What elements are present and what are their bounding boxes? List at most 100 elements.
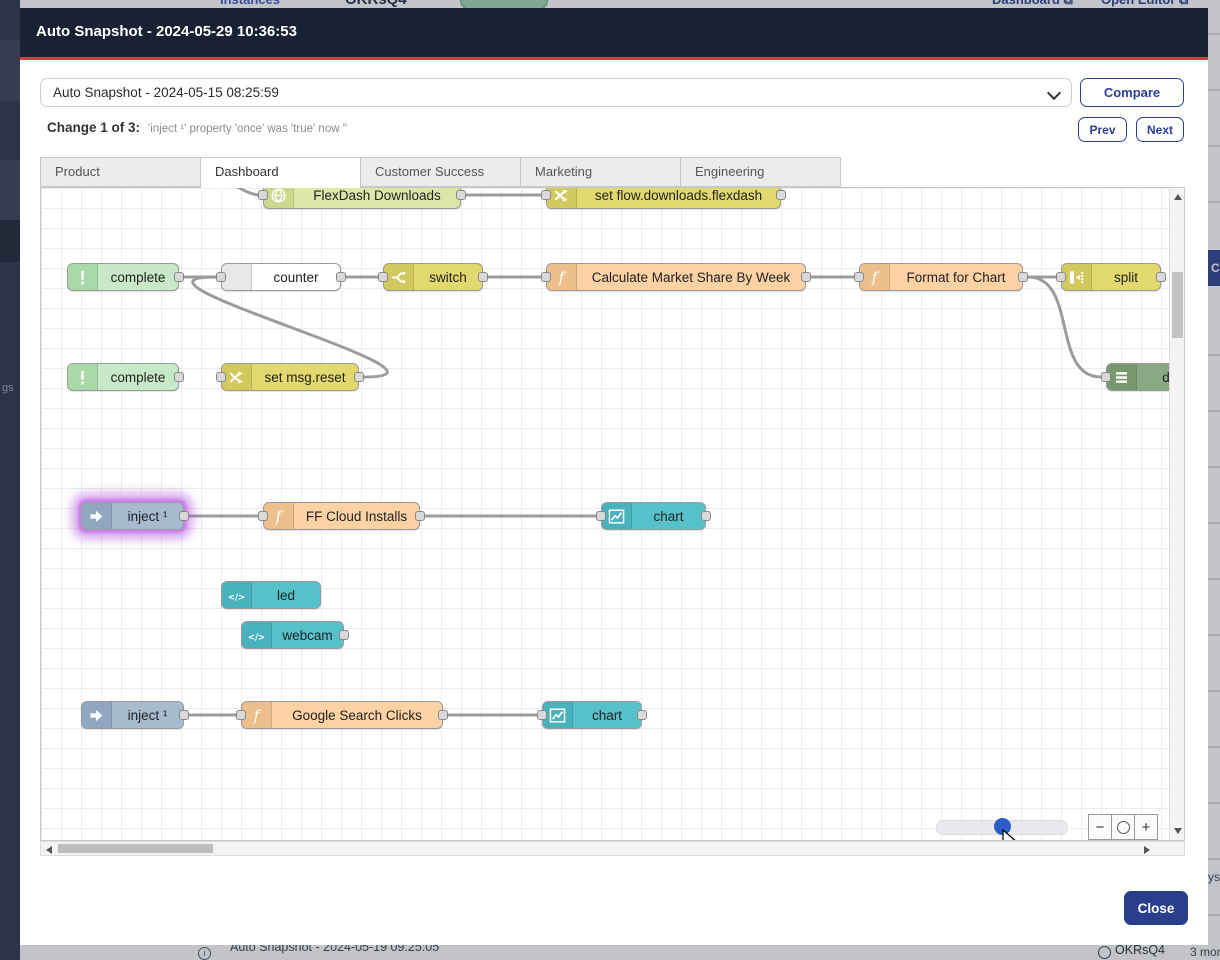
node-label: FF Cloud Installs — [294, 503, 419, 529]
flow-canvas[interactable]: − + FlexDash Downloads set flow.downloads… — [40, 187, 1185, 841]
tab-product[interactable]: Product — [40, 157, 201, 187]
debug-list-icon — [1107, 364, 1137, 390]
exclamation-icon — [68, 364, 98, 390]
code-icon: </> — [242, 622, 272, 648]
node-format[interactable]: fFormat for Chart — [859, 263, 1023, 291]
function-icon: f — [242, 702, 272, 728]
node-led[interactable]: </>led — [221, 581, 321, 609]
globe-icon — [264, 187, 294, 208]
output-port — [456, 190, 466, 200]
compare-button[interactable]: Compare — [1080, 78, 1184, 107]
node-label: Format for Chart — [890, 264, 1022, 290]
node-chart1[interactable]: chart — [601, 502, 706, 530]
tab-customer-success[interactable]: Customer Success — [360, 157, 521, 187]
output-port — [174, 372, 184, 382]
output-port — [354, 372, 364, 382]
scroll-right-arrow[interactable] — [1144, 846, 1150, 854]
zoom-controls: − + — [1088, 814, 1158, 840]
node-calc[interactable]: fCalculate Market Share By Week — [546, 263, 806, 291]
function-icon: f — [860, 264, 890, 290]
output-port — [174, 272, 184, 282]
vertical-scrollbar[interactable] — [1169, 188, 1185, 840]
horizontal-scrollbar[interactable] — [40, 841, 1185, 856]
output-port — [339, 630, 349, 640]
scroll-up-arrow[interactable] — [1174, 194, 1182, 200]
zoom-in-button[interactable]: + — [1134, 814, 1158, 840]
input-port — [541, 272, 551, 282]
function-icon: f — [264, 503, 294, 529]
node-inject1[interactable]: inject ¹ — [81, 502, 184, 530]
change-icon — [222, 364, 252, 390]
output-port — [1018, 272, 1028, 282]
zoom-reset-icon — [1117, 821, 1130, 834]
output-port — [438, 710, 448, 720]
input-port — [854, 272, 864, 282]
svg-text:f: f — [253, 707, 262, 724]
input-port — [541, 190, 551, 200]
horizontal-scroll-thumb[interactable] — [58, 844, 213, 853]
snapshot-select[interactable]: Auto Snapshot - 2024-05-15 08:25:59 — [40, 78, 1072, 107]
input-port — [378, 272, 388, 282]
scroll-down-arrow[interactable] — [1174, 828, 1182, 834]
node-complete1[interactable]: complete — [67, 263, 179, 291]
node-webcam[interactable]: </> webcam — [241, 621, 344, 649]
node-flexdash[interactable]: FlexDash Downloads — [263, 187, 461, 209]
zoom-reset-button[interactable] — [1111, 814, 1135, 840]
prev-button[interactable]: Prev — [1078, 117, 1127, 142]
output-port — [637, 710, 647, 720]
close-button[interactable]: Close — [1124, 891, 1188, 925]
node-label: webcam — [272, 622, 343, 648]
node-setreset[interactable]: set msg.reset — [221, 363, 359, 391]
code-icon: </> — [222, 582, 252, 608]
svg-text:f: f — [275, 508, 284, 525]
output-port — [336, 272, 346, 282]
svg-text:</>: </> — [248, 632, 265, 642]
svg-text:</>: </> — [228, 592, 245, 602]
change-icon — [547, 187, 577, 208]
tab-engineering[interactable]: Engineering — [680, 157, 841, 187]
node-google[interactable]: fGoogle Search Clicks — [241, 701, 443, 729]
node-setflow[interactable]: set flow.downloads.flexdash — [546, 187, 781, 209]
wire-format-to-debug1 — [1028, 277, 1101, 377]
node-switch1[interactable]: switch — [383, 263, 483, 291]
node-complete2[interactable]: complete — [67, 363, 179, 391]
split-icon — [1062, 264, 1092, 290]
dialog-header: Auto Snapshot - 2024-05-29 10:36:53 — [20, 8, 1208, 60]
node-label: split — [1092, 264, 1160, 290]
wire-setreset-to-counter — [193, 277, 388, 377]
input-port — [236, 710, 246, 720]
node-label: chart — [632, 503, 705, 529]
node-label: chart — [573, 702, 641, 728]
node-chart2[interactable]: chart — [542, 701, 642, 729]
change-detail: 'inject ¹' property 'once' was 'true' no… — [148, 123, 347, 135]
node-label: inject ¹ — [112, 702, 183, 728]
chart-line-icon — [543, 702, 573, 728]
node-split1[interactable]: split — [1061, 263, 1161, 291]
zoom-out-button[interactable]: − — [1088, 814, 1112, 840]
node-label: set flow.downloads.flexdash — [577, 187, 780, 208]
switch-icon — [384, 264, 414, 290]
node-label: Calculate Market Share By Week — [577, 264, 805, 290]
none-icon — [222, 264, 252, 290]
node-inject2[interactable]: inject ¹ — [81, 701, 184, 729]
next-button[interactable]: Next — [1136, 117, 1184, 142]
mouse-cursor — [1002, 829, 1018, 841]
tab-dashboard[interactable]: Dashboard — [200, 157, 361, 188]
snapshot-dialog: Auto Snapshot - 2024-05-29 10:36:53 Auto… — [20, 8, 1208, 945]
tab-marketing[interactable]: Marketing — [520, 157, 681, 187]
node-label: FlexDash Downloads — [294, 187, 460, 208]
scroll-left-arrow[interactable] — [46, 846, 52, 854]
tab-bar: ProductDashboardCustomer SuccessMarketin… — [40, 157, 841, 187]
node-counter[interactable]: counter — [221, 263, 341, 291]
node-label: switch — [414, 264, 482, 290]
inject-arrow-icon — [82, 503, 112, 529]
input-port — [258, 190, 268, 200]
vertical-scroll-thumb[interactable] — [1172, 272, 1183, 338]
node-ff[interactable]: f FF Cloud Installs — [263, 502, 420, 530]
node-label: set msg.reset — [252, 364, 358, 390]
output-port — [478, 272, 488, 282]
change-counter: Change 1 of 3: — [47, 120, 140, 135]
input-port — [216, 372, 226, 382]
input-port — [216, 272, 226, 282]
output-port — [179, 511, 189, 521]
